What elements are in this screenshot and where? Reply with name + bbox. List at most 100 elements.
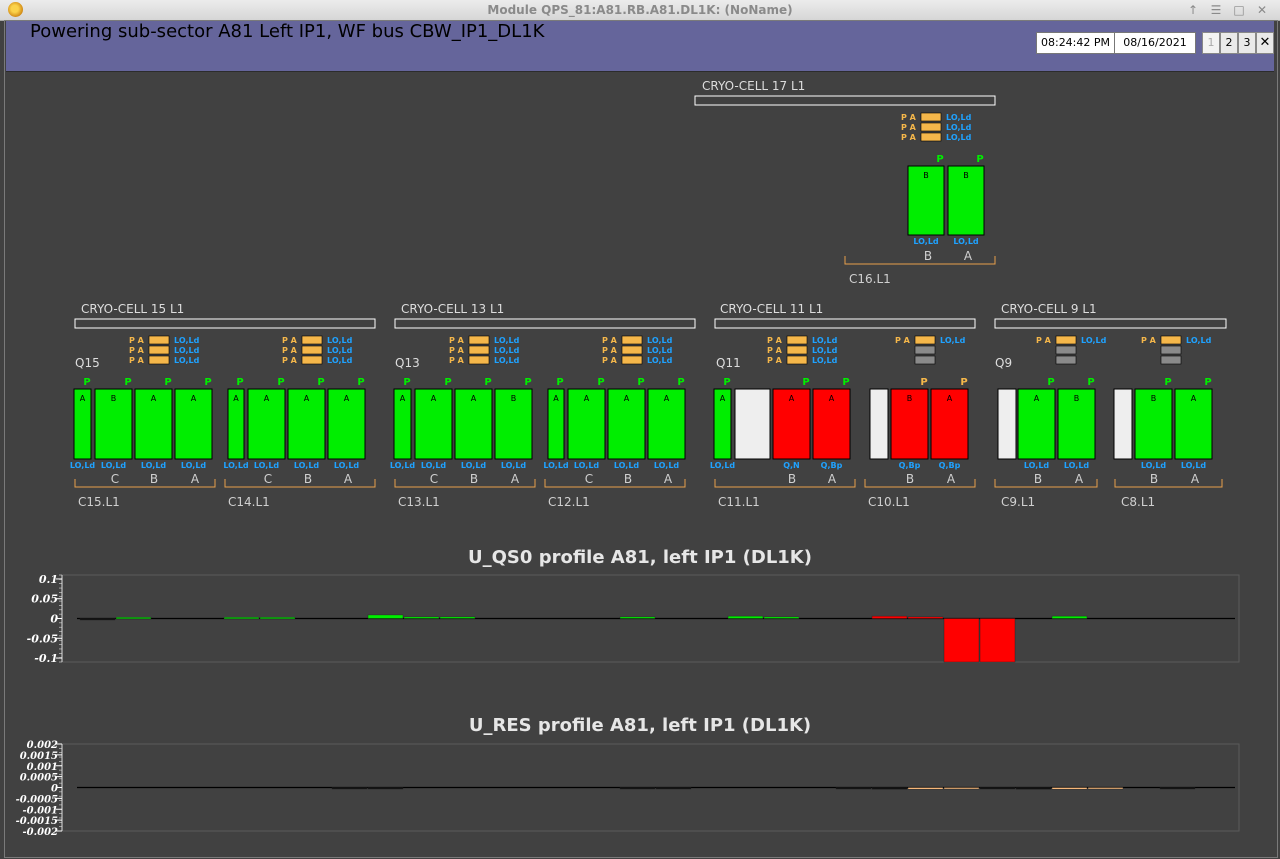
cryo-cell-bar	[394, 318, 696, 329]
qps-board-indicator[interactable]	[301, 335, 323, 345]
magnet-status-label: LO,Ld	[574, 461, 600, 470]
magnet-block[interactable]	[1113, 388, 1133, 460]
half-cell-name: C9.L1	[1001, 495, 1035, 509]
board-lold-label: LO,Ld	[647, 356, 673, 365]
y-tick-label: -0.001	[23, 805, 58, 816]
magnet-type-label: A	[584, 394, 590, 403]
qps-board-indicator[interactable]	[1055, 345, 1077, 355]
qps-board-indicator[interactable]	[468, 335, 490, 345]
board-lold-label: LO,Ld	[946, 113, 972, 122]
qps-board-indicator[interactable]	[920, 122, 942, 132]
board-pa-label: P A	[282, 336, 298, 345]
qps-board-indicator[interactable]	[148, 345, 170, 355]
magnet-block[interactable]	[734, 388, 771, 460]
magnet-status-label: LO,Ld	[461, 461, 487, 470]
magnet-status-label: LO,Ld	[1141, 461, 1167, 470]
magnet-p-flag: P	[960, 377, 967, 388]
qps-board-indicator[interactable]	[621, 335, 643, 345]
position-label: B	[150, 472, 158, 486]
magnet-p-flag: P	[637, 377, 644, 388]
half-cell-name: C15.L1	[78, 495, 120, 509]
y-tick-label: 0.002	[27, 740, 58, 751]
magnet-status-label: LO,Ld	[70, 461, 96, 470]
position-label: A	[344, 472, 353, 486]
profile-bar	[1051, 787, 1088, 790]
qps-board-indicator[interactable]	[148, 335, 170, 345]
qps-board-indicator[interactable]	[621, 345, 643, 355]
magnet-type-label: A	[624, 394, 630, 403]
magnet-status-label: LO,Ld	[710, 461, 736, 470]
qps-board-indicator[interactable]	[920, 132, 942, 142]
magnet-type-label: B	[923, 171, 929, 180]
profile-bar	[367, 787, 404, 790]
qps-board-indicator[interactable]	[914, 345, 936, 355]
profile-bar	[979, 618, 1016, 663]
magnet-type-label: A	[233, 394, 239, 403]
half-cell-bracket	[224, 479, 376, 488]
magnet-type-label: A	[720, 394, 726, 403]
profile-bar	[619, 787, 656, 790]
magnet-block[interactable]	[869, 388, 889, 460]
qps-board-indicator[interactable]	[148, 355, 170, 365]
magnet-p-flag: P	[204, 377, 211, 388]
half-cell-name: C14.L1	[228, 495, 270, 509]
board-pa-label: P A	[602, 356, 618, 365]
magnet-type-label: A	[80, 394, 86, 403]
qps-board-indicator[interactable]	[301, 355, 323, 365]
qps-board-indicator[interactable]	[914, 355, 936, 365]
board-pa-label: P A	[129, 356, 145, 365]
half-cell-name: C13.L1	[398, 495, 440, 509]
magnet-status-label: LO,Ld	[390, 461, 416, 470]
res-chart-title: U_RES profile A81, left IP1 (DL1K)	[468, 715, 812, 736]
qps-board-indicator[interactable]	[1055, 355, 1077, 365]
qps-board-indicator[interactable]	[786, 335, 808, 345]
magnet-type-label: A	[1191, 394, 1197, 403]
position-label: A	[1075, 472, 1084, 486]
board-lold-label: LO,Ld	[1081, 336, 1107, 345]
magnet-type-label: A	[829, 394, 835, 403]
cryo-cell-label: CRYO-CELL 9 L1	[1001, 302, 1097, 316]
profile-bar	[619, 616, 656, 619]
magnet-type-label: B	[1074, 394, 1080, 403]
profile-bar	[439, 616, 476, 619]
board-lold-label: LO,Ld	[812, 356, 838, 365]
position-label: B	[1034, 472, 1042, 486]
profile-bar	[1087, 787, 1124, 790]
qps-board-indicator[interactable]	[920, 112, 942, 122]
magnet-p-flag: P	[236, 377, 243, 388]
magnet-p-flag: P	[597, 377, 604, 388]
qps-board-indicator[interactable]	[468, 345, 490, 355]
qps-board-indicator[interactable]	[621, 355, 643, 365]
board-lold-label: LO,Ld	[812, 346, 838, 355]
profile-bar	[907, 616, 944, 619]
board-lold-label: LO,Ld	[327, 336, 353, 345]
qps-board-indicator[interactable]	[1160, 345, 1182, 355]
quadrupole-label: Q13	[395, 356, 420, 370]
magnet-status-label: LO,Ld	[1064, 461, 1090, 470]
board-pa-label: P A	[602, 346, 618, 355]
qps-board-indicator[interactable]	[1160, 335, 1182, 345]
profile-bar	[331, 787, 368, 790]
board-pa-label: P A	[1141, 336, 1157, 345]
qps-board-indicator[interactable]	[301, 345, 323, 355]
half-cell-bracket	[844, 256, 996, 265]
cryo-cell-bar	[714, 318, 976, 329]
magnet-p-flag: P	[1204, 377, 1211, 388]
board-pa-label: P A	[767, 356, 783, 365]
half-cell-name: C11.L1	[718, 495, 760, 509]
y-tick-label: -0.1	[34, 652, 58, 665]
qps-board-indicator[interactable]	[786, 355, 808, 365]
qps-board-indicator[interactable]	[1160, 355, 1182, 365]
qps-board-indicator[interactable]	[786, 345, 808, 355]
position-label: C	[264, 472, 272, 486]
position-label: A	[511, 472, 520, 486]
magnet-block[interactable]	[997, 388, 1017, 460]
qps-board-indicator[interactable]	[1055, 335, 1077, 345]
y-tick-label: 0.0005	[20, 773, 58, 784]
profile-bar	[1051, 615, 1088, 619]
qps-board-indicator[interactable]	[914, 335, 936, 345]
magnet-p-flag: P	[936, 154, 943, 165]
magnet-status-label: LO,Ld	[654, 461, 680, 470]
qps-board-indicator[interactable]	[468, 355, 490, 365]
board-lold-label: LO,Ld	[494, 356, 520, 365]
